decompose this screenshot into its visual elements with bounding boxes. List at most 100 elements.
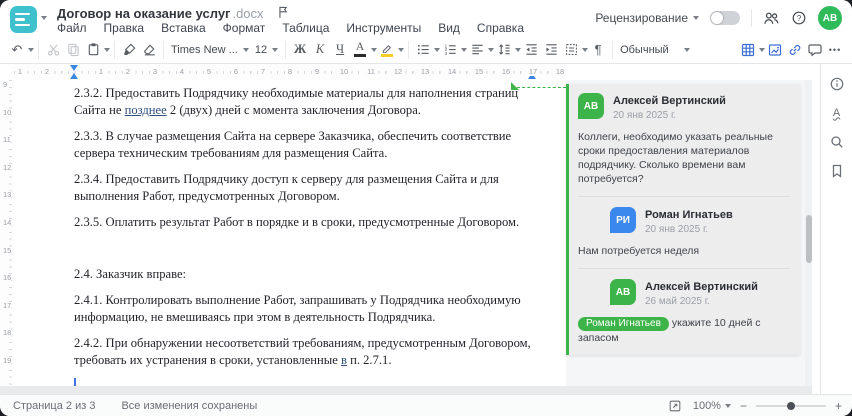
svg-text:3: 3 (444, 51, 447, 57)
format-painter-button[interactable] (119, 39, 139, 61)
ruler-number: 19 (3, 356, 12, 365)
tracked-insertion: позднее (124, 103, 167, 117)
vertical-ruler[interactable]: 91011121314151617181920 (0, 80, 14, 393)
review-caret-icon (693, 16, 699, 20)
zoom-out-button[interactable]: − (740, 400, 747, 412)
insert-table-button[interactable] (738, 39, 758, 61)
font-color-button[interactable]: А (350, 39, 370, 61)
insert-comment-button[interactable] (805, 39, 825, 61)
italic-button[interactable]: К (310, 39, 330, 61)
ruler-number: 15 (472, 67, 486, 76)
insert-link-button[interactable] (785, 39, 805, 61)
empty-paragraph (74, 240, 536, 257)
first-line-indent-marker[interactable] (69, 65, 78, 71)
paste-button[interactable] (83, 39, 103, 61)
increase-indent-button[interactable] (541, 39, 561, 61)
nonprinting-chars-button[interactable]: ¶ (588, 39, 608, 61)
document-page[interactable]: 2.3.2. Предоставить Подрядчику необходим… (14, 80, 566, 386)
more-tools-button[interactable]: ••• (825, 39, 845, 61)
paragraph: 2.4. Заказчик вправе: (74, 267, 187, 281)
menu-file[interactable]: Файл (57, 21, 87, 35)
bookmark-icon[interactable] (828, 162, 846, 180)
logo-dropdown-caret-icon[interactable] (41, 16, 47, 20)
comment-date: 20 янв 2025 г. (613, 110, 677, 121)
status-bar: Страница 2 из 3 Все изменения сохранены … (0, 394, 852, 416)
undo-button[interactable]: ↶ (7, 39, 27, 61)
ruler-number: 17 (526, 67, 540, 76)
highlight-color-button[interactable] (377, 39, 397, 61)
menu-insert[interactable]: Вставка (161, 21, 206, 35)
ruler-number: 15 (3, 245, 12, 255)
vertical-scrollbar[interactable] (805, 80, 812, 386)
search-icon[interactable] (828, 133, 846, 151)
paragraph-settings-button[interactable] (561, 39, 581, 61)
fit-page-button[interactable] (666, 397, 684, 415)
numbered-list-button[interactable]: 123 (440, 39, 460, 61)
ruler-number: 18 (3, 328, 12, 338)
ruler-number: 2 (123, 67, 133, 76)
zoom-in-button[interactable]: + (835, 400, 842, 412)
font-size-dropdown[interactable]: 12 (252, 39, 281, 61)
spellcheck-icon[interactable]: А (828, 104, 846, 122)
document-extension: .docx (232, 6, 264, 21)
flag-icon[interactable] (276, 5, 290, 22)
decrease-indent-button[interactable] (521, 39, 541, 61)
reply-author-avatar: АВ (610, 279, 636, 305)
copy-button[interactable] (63, 39, 83, 61)
review-mode-dropdown[interactable]: Рецензирование (595, 11, 699, 25)
mention-badge[interactable]: Роман Игнатьев (578, 317, 669, 331)
menu-edit[interactable]: Правка (104, 21, 145, 35)
user-avatar[interactable]: АВ (818, 6, 842, 30)
line-spacing-button[interactable] (494, 39, 514, 61)
clear-style-button[interactable] (139, 39, 159, 61)
paragraph: 2.3.2. Предоставить Подрядчику необходим… (74, 86, 519, 117)
info-icon[interactable] (828, 75, 846, 93)
undo-caret-icon[interactable] (28, 47, 34, 52)
paragraph-style-dropdown[interactable]: Обычный (617, 39, 693, 61)
cut-button[interactable] (43, 39, 63, 61)
comment-thread-card[interactable]: АВ Алексей Вертинский 20 янв 2025 г. Кол… (566, 84, 800, 355)
ruler-number: 11 (3, 135, 11, 145)
collaboration-users-icon[interactable] (763, 10, 780, 27)
font-name-dropdown[interactable]: Times New ... (168, 39, 252, 61)
ruler-number: 3 (150, 67, 160, 76)
ruler-number: 6 (231, 67, 241, 76)
highlight-caret-icon[interactable] (398, 47, 405, 52)
style-caret-icon (684, 47, 691, 52)
menu-tools[interactable]: Инструменты (346, 21, 421, 35)
menu-view[interactable]: Вид (438, 21, 460, 35)
ruler-number: 10 (337, 67, 351, 76)
zoom-caret-icon (724, 403, 731, 408)
hanging-indent-marker[interactable] (69, 73, 78, 79)
ruler-number: 14 (3, 218, 12, 227)
comment-author-name: Алексей Вертинский (613, 95, 726, 107)
reply-text: Роман Игнатьев укажите 10 дней с запасом (578, 317, 761, 344)
bullet-list-button[interactable] (413, 39, 433, 61)
horizontal-ruler[interactable]: 2 1 1 2 3 4 5 6 7 8 9 10 11 12 13 14 15 16 17 18 (14, 64, 567, 80)
paste-caret-icon[interactable] (104, 47, 110, 52)
horizontal-scrollbar[interactable] (0, 386, 812, 394)
menu-help[interactable]: Справка (477, 21, 524, 35)
vertical-scrollbar-thumb[interactable] (805, 215, 812, 263)
help-icon[interactable]: ? (791, 10, 807, 26)
zoom-dropdown[interactable]: 100% (693, 400, 731, 412)
zoom-slider[interactable] (755, 401, 826, 410)
menu-table[interactable]: Таблица (282, 21, 329, 35)
underline-button[interactable]: Ч (330, 39, 350, 61)
app-logo-icon[interactable] (10, 6, 37, 33)
ruler-number: 17 (3, 300, 12, 310)
app-window: Договор на оказание услуг .docx Файл Пра… (0, 0, 852, 416)
menu-format[interactable]: Формат (223, 21, 266, 35)
ruler-number: 9 (3, 80, 8, 89)
reply-date: 20 янв 2025 г. (645, 224, 709, 235)
ruler-number: 10 (3, 107, 12, 117)
review-toggle[interactable] (710, 11, 740, 25)
align-button[interactable] (467, 39, 487, 61)
paragraph: 2.4.2. При обнаружении несоответствий тр… (74, 336, 531, 367)
svg-text:?: ? (797, 14, 802, 23)
page-indicator[interactable]: Страница 2 из 3 (13, 400, 95, 412)
menu-bar: Файл Правка Вставка Формат Таблица Инстр… (57, 21, 524, 35)
bold-button[interactable]: Ж (290, 39, 310, 61)
insert-image-button[interactable] (765, 39, 785, 61)
zoom-slider-knob[interactable] (786, 401, 795, 410)
